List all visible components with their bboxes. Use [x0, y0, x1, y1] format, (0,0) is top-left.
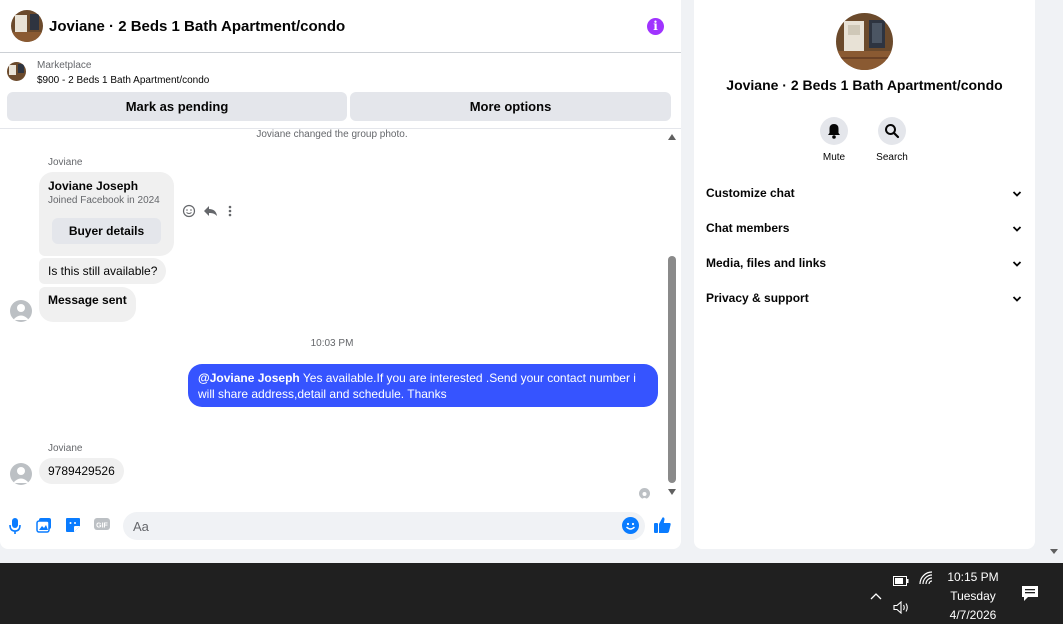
- message-input[interactable]: [123, 512, 645, 540]
- seen-avatar-icon: [639, 488, 650, 499]
- chevron-down-icon: [1012, 258, 1022, 272]
- search-button[interactable]: Search: [872, 117, 912, 163]
- photo-icon[interactable]: [36, 517, 54, 535]
- react-icon[interactable]: [182, 204, 196, 223]
- section-label: Customize chat: [706, 186, 795, 200]
- sender-name: Joviane: [48, 443, 83, 454]
- section-customize-chat[interactable]: Customize chat: [706, 186, 1024, 206]
- reply-icon[interactable]: [203, 204, 219, 223]
- mute-label: Mute: [822, 152, 846, 163]
- chevron-up-icon[interactable]: [870, 587, 882, 605]
- more-options-button[interactable]: More options: [350, 92, 671, 121]
- section-label: Privacy & support: [706, 291, 809, 305]
- chat-info-panel: Joviane · 2 Beds 1 Bath Apartment/condo …: [694, 0, 1035, 549]
- sender-name: Joviane: [48, 157, 83, 168]
- chevron-down-icon: [1012, 223, 1022, 237]
- notification-icon[interactable]: [1021, 585, 1039, 607]
- system-note: Joviane changed the group photo.: [256, 129, 408, 140]
- sticker-icon[interactable]: [65, 517, 83, 535]
- buyer-name: Joviane Joseph: [48, 179, 139, 193]
- info-title: Joviane · 2 Beds 1 Bath Apartment/condo: [726, 77, 1003, 93]
- scroll-thumb[interactable]: [668, 256, 676, 483]
- outgoing-message: @Joviane Joseph Yes available.If you are…: [188, 364, 658, 407]
- battery-icon[interactable]: [893, 573, 909, 591]
- scroll-up-arrow-icon[interactable]: [668, 134, 676, 140]
- microphone-icon[interactable]: [8, 517, 26, 535]
- chevron-down-icon: [1012, 293, 1022, 307]
- chat-avatar[interactable]: [11, 10, 43, 42]
- mention[interactable]: @Joviane Joseph: [198, 371, 300, 385]
- section-label: Chat members: [706, 221, 790, 235]
- message-actions: [181, 204, 241, 222]
- more-icon[interactable]: [227, 204, 233, 223]
- mute-button[interactable]: Mute: [814, 117, 854, 163]
- emoji-icon[interactable]: [622, 517, 639, 534]
- message-scrollbar[interactable]: [666, 131, 679, 501]
- buyer-joined: Joined Facebook in 2024: [48, 195, 160, 206]
- thumbs-up-icon[interactable]: [653, 516, 671, 534]
- message-bubble: 9789429526: [39, 458, 124, 484]
- marketplace-label: Marketplace: [37, 60, 92, 71]
- info-icon[interactable]: i: [647, 18, 664, 35]
- section-privacy-support[interactable]: Privacy & support: [706, 291, 1024, 311]
- chevron-down-icon: [1012, 188, 1022, 202]
- sender-avatar[interactable]: [10, 463, 32, 485]
- mark-as-pending-button[interactable]: Mark as pending: [7, 92, 347, 121]
- bell-icon: [820, 117, 848, 145]
- speaker-icon[interactable]: [893, 600, 911, 619]
- taskbar: 10:15 PM Tuesday 4/7/2026: [0, 563, 1063, 624]
- buyer-card: Joviane Joseph Joined Facebook in 2024 B…: [39, 172, 174, 256]
- scroll-down-arrow-icon[interactable]: [668, 489, 676, 495]
- svg-text:GIF: GIF: [96, 523, 108, 530]
- listing-title[interactable]: $900 - 2 Beds 1 Bath Apartment/condo: [37, 75, 209, 86]
- clock-time: 10:15 PM: [947, 570, 999, 584]
- clock-date: 4/7/2026: [949, 608, 997, 622]
- page-scroll-down-arrow-icon[interactable]: [1050, 549, 1058, 554]
- time-separator: 10:03 PM: [310, 338, 354, 349]
- search-label: Search: [876, 152, 908, 163]
- system-clock[interactable]: 10:15 PM Tuesday 4/7/2026: [935, 568, 1011, 624]
- wifi-icon[interactable]: [919, 571, 933, 590]
- message-bubble: Is this still available?: [39, 258, 167, 284]
- section-media-files-links[interactable]: Media, files and links: [706, 256, 1024, 276]
- chat-header: Joviane · 2 Beds 1 Bath Apartment/condo …: [0, 0, 681, 53]
- section-chat-members[interactable]: Chat members: [706, 221, 1024, 241]
- listing-thumbnail[interactable]: [7, 62, 26, 81]
- sender-avatar[interactable]: [10, 300, 32, 322]
- chat-title: Joviane · 2 Beds 1 Bath Apartment/condo: [49, 18, 346, 35]
- section-label: Media, files and links: [706, 256, 827, 270]
- search-icon: [878, 117, 906, 145]
- gif-icon[interactable]: GIF: [94, 517, 112, 535]
- clock-day: Tuesday: [950, 589, 996, 603]
- group-photo[interactable]: [836, 13, 893, 70]
- chat-panel: Joviane · 2 Beds 1 Bath Apartment/condo …: [0, 0, 681, 549]
- buyer-details-button[interactable]: Buyer details: [52, 218, 161, 244]
- message-bubble: Message sent: [39, 287, 136, 322]
